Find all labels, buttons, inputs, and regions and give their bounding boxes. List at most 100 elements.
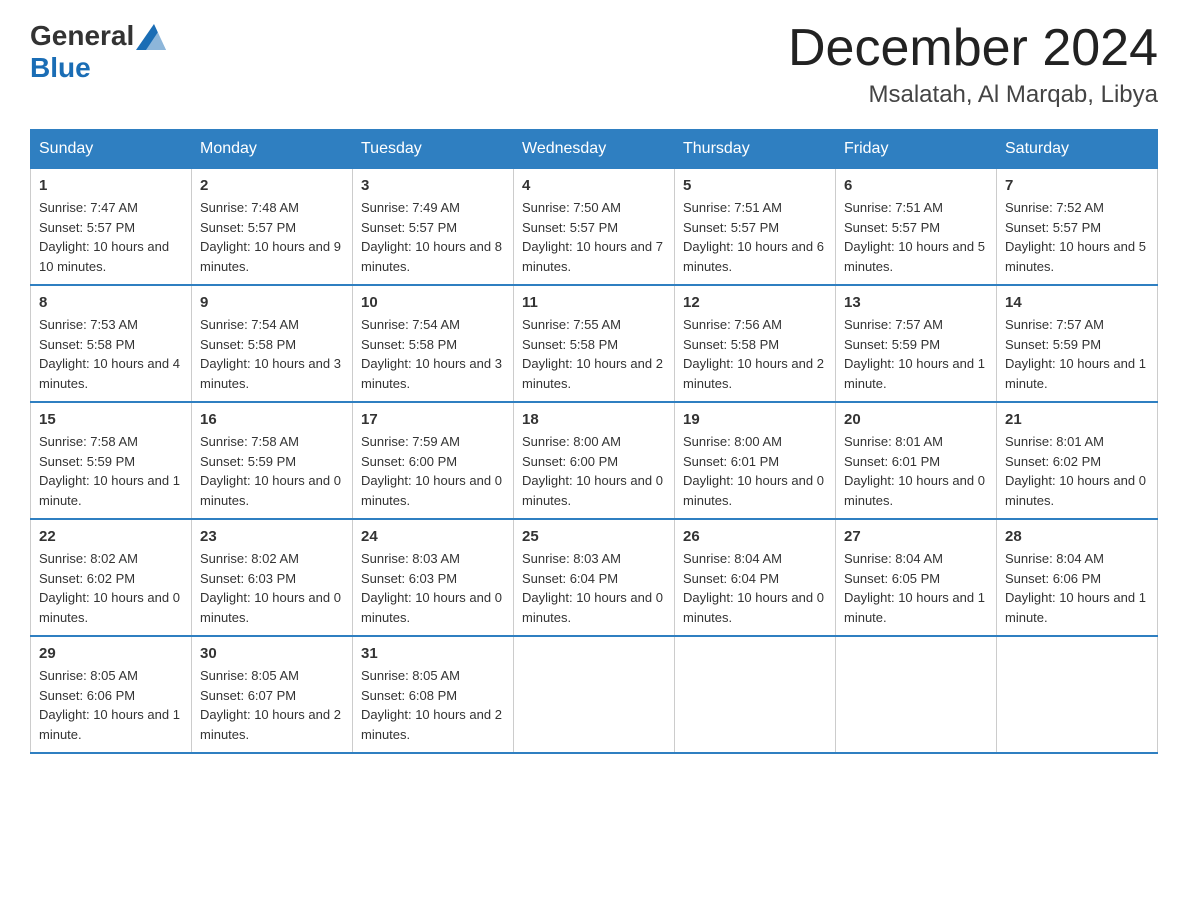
calendar-cell: 26 Sunrise: 8:04 AMSunset: 6:04 PMDaylig… — [675, 519, 836, 636]
day-info: Sunrise: 8:05 AMSunset: 6:06 PMDaylight:… — [39, 668, 180, 742]
calendar-cell: 29 Sunrise: 8:05 AMSunset: 6:06 PMDaylig… — [31, 636, 192, 753]
day-number: 28 — [1005, 528, 1149, 545]
calendar-cell: 5 Sunrise: 7:51 AMSunset: 5:57 PMDayligh… — [675, 169, 836, 286]
weekday-header-thursday: Thursday — [675, 130, 836, 169]
calendar-week-row: 29 Sunrise: 8:05 AMSunset: 6:06 PMDaylig… — [31, 636, 1158, 753]
day-number: 6 — [844, 177, 988, 194]
calendar-cell: 23 Sunrise: 8:02 AMSunset: 6:03 PMDaylig… — [192, 519, 353, 636]
day-number: 10 — [361, 294, 505, 311]
weekday-header-monday: Monday — [192, 130, 353, 169]
calendar-week-row: 22 Sunrise: 8:02 AMSunset: 6:02 PMDaylig… — [31, 519, 1158, 636]
calendar-cell: 7 Sunrise: 7:52 AMSunset: 5:57 PMDayligh… — [997, 169, 1158, 286]
day-info: Sunrise: 7:48 AMSunset: 5:57 PMDaylight:… — [200, 200, 341, 274]
day-number: 25 — [522, 528, 666, 545]
day-number: 24 — [361, 528, 505, 545]
day-info: Sunrise: 8:04 AMSunset: 6:06 PMDaylight:… — [1005, 551, 1146, 625]
calendar-cell: 4 Sunrise: 7:50 AMSunset: 5:57 PMDayligh… — [514, 169, 675, 286]
day-info: Sunrise: 8:00 AMSunset: 6:01 PMDaylight:… — [683, 434, 824, 508]
day-info: Sunrise: 8:00 AMSunset: 6:00 PMDaylight:… — [522, 434, 663, 508]
calendar-week-row: 8 Sunrise: 7:53 AMSunset: 5:58 PMDayligh… — [31, 285, 1158, 402]
calendar-cell: 25 Sunrise: 8:03 AMSunset: 6:04 PMDaylig… — [514, 519, 675, 636]
day-number: 30 — [200, 645, 344, 662]
calendar-cell: 15 Sunrise: 7:58 AMSunset: 5:59 PMDaylig… — [31, 402, 192, 519]
day-number: 17 — [361, 411, 505, 428]
day-number: 18 — [522, 411, 666, 428]
day-number: 2 — [200, 177, 344, 194]
day-info: Sunrise: 7:51 AMSunset: 5:57 PMDaylight:… — [844, 200, 985, 274]
calendar-cell — [514, 636, 675, 753]
calendar-cell: 10 Sunrise: 7:54 AMSunset: 5:58 PMDaylig… — [353, 285, 514, 402]
calendar-table: SundayMondayTuesdayWednesdayThursdayFrid… — [30, 129, 1158, 754]
calendar-cell: 1 Sunrise: 7:47 AMSunset: 5:57 PMDayligh… — [31, 169, 192, 286]
month-title: December 2024 — [788, 20, 1158, 77]
weekday-header-saturday: Saturday — [997, 130, 1158, 169]
day-number: 16 — [200, 411, 344, 428]
day-number: 7 — [1005, 177, 1149, 194]
calendar-cell: 13 Sunrise: 7:57 AMSunset: 5:59 PMDaylig… — [836, 285, 997, 402]
day-info: Sunrise: 7:47 AMSunset: 5:57 PMDaylight:… — [39, 200, 169, 274]
day-number: 9 — [200, 294, 344, 311]
calendar-cell: 21 Sunrise: 8:01 AMSunset: 6:02 PMDaylig… — [997, 402, 1158, 519]
day-number: 27 — [844, 528, 988, 545]
logo-blue-text: Blue — [30, 52, 91, 83]
day-info: Sunrise: 8:03 AMSunset: 6:03 PMDaylight:… — [361, 551, 502, 625]
day-number: 31 — [361, 645, 505, 662]
day-info: Sunrise: 7:52 AMSunset: 5:57 PMDaylight:… — [1005, 200, 1146, 274]
day-info: Sunrise: 7:55 AMSunset: 5:58 PMDaylight:… — [522, 317, 663, 391]
calendar-cell: 12 Sunrise: 7:56 AMSunset: 5:58 PMDaylig… — [675, 285, 836, 402]
calendar-cell: 14 Sunrise: 7:57 AMSunset: 5:59 PMDaylig… — [997, 285, 1158, 402]
calendar-cell: 28 Sunrise: 8:04 AMSunset: 6:06 PMDaylig… — [997, 519, 1158, 636]
day-number: 4 — [522, 177, 666, 194]
logo-general-text: General — [30, 20, 134, 52]
calendar-cell: 6 Sunrise: 7:51 AMSunset: 5:57 PMDayligh… — [836, 169, 997, 286]
title-section: December 2024 Msalatah, Al Marqab, Libya — [788, 20, 1158, 109]
day-info: Sunrise: 8:01 AMSunset: 6:01 PMDaylight:… — [844, 434, 985, 508]
calendar-cell — [997, 636, 1158, 753]
weekday-header-wednesday: Wednesday — [514, 130, 675, 169]
day-info: Sunrise: 8:05 AMSunset: 6:07 PMDaylight:… — [200, 668, 341, 742]
day-number: 19 — [683, 411, 827, 428]
calendar-cell: 9 Sunrise: 7:54 AMSunset: 5:58 PMDayligh… — [192, 285, 353, 402]
day-number: 23 — [200, 528, 344, 545]
day-info: Sunrise: 8:02 AMSunset: 6:03 PMDaylight:… — [200, 551, 341, 625]
calendar-body: 1 Sunrise: 7:47 AMSunset: 5:57 PMDayligh… — [31, 169, 1158, 754]
day-info: Sunrise: 8:01 AMSunset: 6:02 PMDaylight:… — [1005, 434, 1146, 508]
weekday-header-tuesday: Tuesday — [353, 130, 514, 169]
day-number: 15 — [39, 411, 183, 428]
day-info: Sunrise: 8:02 AMSunset: 6:02 PMDaylight:… — [39, 551, 180, 625]
day-info: Sunrise: 7:51 AMSunset: 5:57 PMDaylight:… — [683, 200, 824, 274]
day-number: 1 — [39, 177, 183, 194]
calendar-header-row: SundayMondayTuesdayWednesdayThursdayFrid… — [31, 130, 1158, 169]
day-info: Sunrise: 7:54 AMSunset: 5:58 PMDaylight:… — [361, 317, 502, 391]
calendar-cell: 31 Sunrise: 8:05 AMSunset: 6:08 PMDaylig… — [353, 636, 514, 753]
day-info: Sunrise: 8:04 AMSunset: 6:05 PMDaylight:… — [844, 551, 985, 625]
day-info: Sunrise: 7:57 AMSunset: 5:59 PMDaylight:… — [1005, 317, 1146, 391]
day-info: Sunrise: 7:50 AMSunset: 5:57 PMDaylight:… — [522, 200, 663, 274]
calendar-cell: 2 Sunrise: 7:48 AMSunset: 5:57 PMDayligh… — [192, 169, 353, 286]
calendar-cell: 30 Sunrise: 8:05 AMSunset: 6:07 PMDaylig… — [192, 636, 353, 753]
weekday-header-friday: Friday — [836, 130, 997, 169]
calendar-week-row: 1 Sunrise: 7:47 AMSunset: 5:57 PMDayligh… — [31, 169, 1158, 286]
calendar-cell: 24 Sunrise: 8:03 AMSunset: 6:03 PMDaylig… — [353, 519, 514, 636]
day-info: Sunrise: 8:04 AMSunset: 6:04 PMDaylight:… — [683, 551, 824, 625]
day-info: Sunrise: 7:58 AMSunset: 5:59 PMDaylight:… — [39, 434, 180, 508]
calendar-cell — [836, 636, 997, 753]
calendar-cell: 8 Sunrise: 7:53 AMSunset: 5:58 PMDayligh… — [31, 285, 192, 402]
day-number: 12 — [683, 294, 827, 311]
day-number: 22 — [39, 528, 183, 545]
day-info: Sunrise: 7:49 AMSunset: 5:57 PMDaylight:… — [361, 200, 502, 274]
day-number: 21 — [1005, 411, 1149, 428]
day-number: 20 — [844, 411, 988, 428]
calendar-week-row: 15 Sunrise: 7:58 AMSunset: 5:59 PMDaylig… — [31, 402, 1158, 519]
day-info: Sunrise: 7:54 AMSunset: 5:58 PMDaylight:… — [200, 317, 341, 391]
calendar-cell: 20 Sunrise: 8:01 AMSunset: 6:01 PMDaylig… — [836, 402, 997, 519]
logo-triangle-icon — [136, 24, 166, 50]
calendar-cell: 11 Sunrise: 7:55 AMSunset: 5:58 PMDaylig… — [514, 285, 675, 402]
day-info: Sunrise: 7:56 AMSunset: 5:58 PMDaylight:… — [683, 317, 824, 391]
day-info: Sunrise: 7:59 AMSunset: 6:00 PMDaylight:… — [361, 434, 502, 508]
logo: General Blue — [30, 20, 166, 84]
day-number: 26 — [683, 528, 827, 545]
location-title: Msalatah, Al Marqab, Libya — [788, 81, 1158, 109]
day-number: 13 — [844, 294, 988, 311]
day-number: 29 — [39, 645, 183, 662]
